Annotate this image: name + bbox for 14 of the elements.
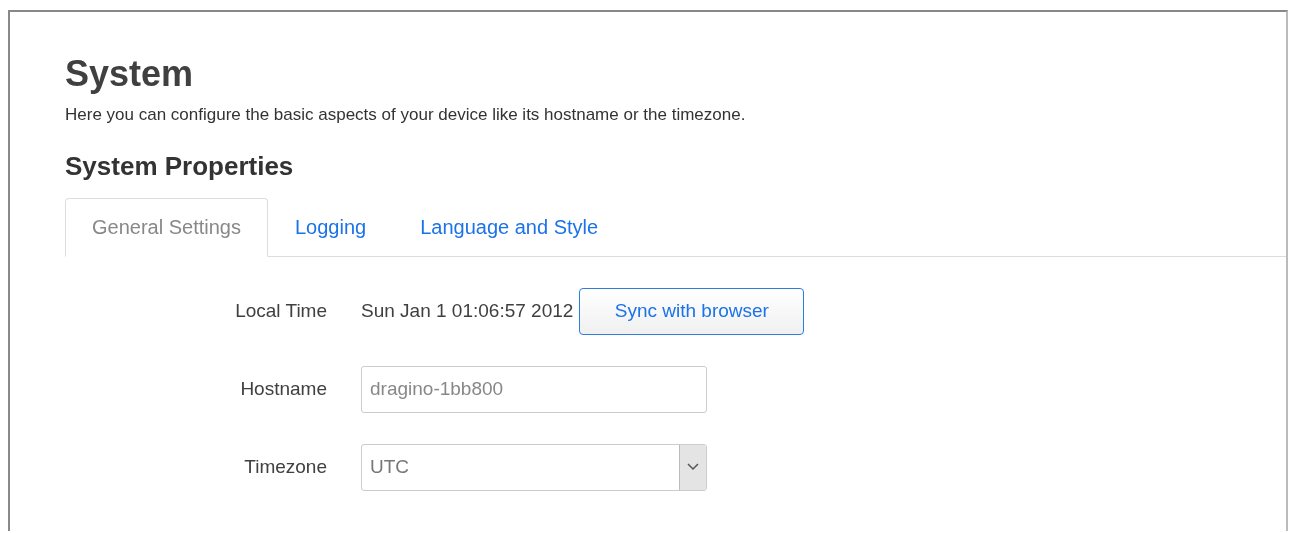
field-label: Local Time	[234, 300, 328, 322]
section-title: System Properties	[65, 150, 295, 182]
tab[interactable]: Language and Style	[393, 198, 626, 257]
local-time-value: Sun Jan 1 01:06:57 2012	[361, 300, 574, 322]
hostname-field[interactable]: dragino-1bb800	[361, 365, 707, 413]
page-title: System	[65, 52, 195, 96]
tab[interactable]: Logging	[268, 198, 394, 257]
field-label: Timezone	[243, 456, 328, 478]
field-label: Hostname	[239, 378, 328, 400]
caret-icon	[679, 444, 706, 490]
page-description: Here you can configure the basic aspects of your device like its hostname or the timezone.	[65, 104, 747, 126]
timezone-select[interactable]: UTC	[361, 443, 707, 491]
tab[interactable]: General Settings	[65, 198, 268, 257]
sync-button[interactable]: Sync with browser	[579, 287, 805, 335]
